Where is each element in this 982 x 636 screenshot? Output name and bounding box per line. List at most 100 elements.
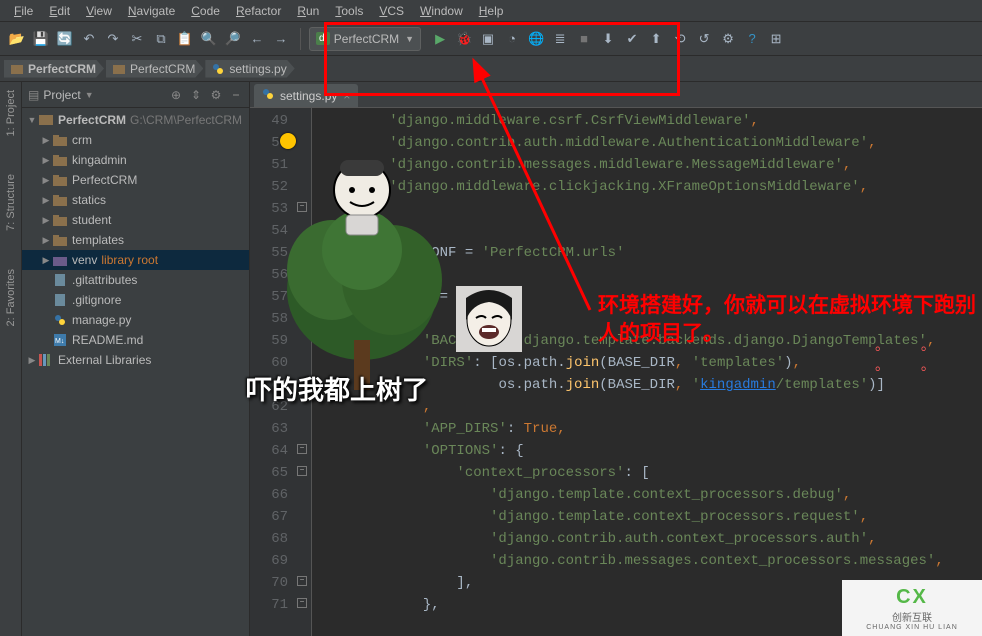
close-icon[interactable]: × [343, 89, 350, 103]
cut-icon[interactable]: ✂ [126, 28, 148, 50]
copy-icon[interactable]: ⧉ [150, 28, 172, 50]
folder-icon [10, 62, 24, 76]
hide-icon[interactable]: ⎯ [229, 88, 243, 102]
menu-navigate[interactable]: Navigate [120, 2, 183, 20]
tree-item[interactable]: ▶kingadmin [22, 150, 249, 170]
editor-tab-settings[interactable]: settings.py × [254, 84, 358, 107]
help-icon[interactable]: ? [741, 28, 763, 50]
code-line[interactable]: 'OPTIONS': { [322, 440, 982, 462]
menu-tools[interactable]: Tools [327, 2, 371, 20]
refresh-icon[interactable]: 🔄 [54, 28, 76, 50]
project-tool-title[interactable]: Project [43, 88, 80, 102]
stop-icon[interactable]: ■ [573, 28, 595, 50]
debug-icon[interactable]: 🐞 [453, 28, 475, 50]
code-line[interactable]: 'APP_DIRS': True, [322, 418, 982, 440]
menu-refactor[interactable]: Refactor [228, 2, 289, 20]
chevron-right-icon[interactable]: ▶ [40, 175, 52, 186]
code-line[interactable]: 'django.contrib.auth.context_processors.… [322, 528, 982, 550]
editor-tabbar: settings.py × [250, 82, 982, 108]
fold-close-icon[interactable]: − [297, 576, 307, 586]
vcs-commit-icon[interactable]: ✔ [621, 28, 643, 50]
settings-icon[interactable]: ⚙ [717, 28, 739, 50]
menu-code[interactable]: Code [183, 2, 228, 20]
chevron-right-icon[interactable]: ▶ [26, 355, 38, 366]
target-icon[interactable]: ⊕ [169, 88, 183, 102]
menu-run[interactable]: Run [289, 2, 327, 20]
folder-icon [112, 62, 126, 76]
gear-icon[interactable]: ⚙ [209, 88, 223, 102]
menu-edit[interactable]: Edit [41, 2, 78, 20]
breadcrumb-item[interactable]: PerfectCRM [106, 60, 203, 78]
tree-item[interactable]: manage.py [22, 310, 249, 330]
forward-icon[interactable]: → [270, 28, 292, 50]
code-line[interactable]: 'django.contrib.messages.context_process… [322, 550, 982, 572]
vcs-history-icon[interactable]: ⟲ [669, 28, 691, 50]
folder-icon [52, 215, 68, 226]
undo-icon[interactable]: ↶ [78, 28, 100, 50]
tree-root-label: PerfectCRM [58, 113, 126, 127]
run-coverage-icon[interactable]: ▣ [477, 28, 499, 50]
chevron-right-icon[interactable]: ▶ [40, 155, 52, 166]
menu-help[interactable]: Help [471, 2, 512, 20]
breadcrumb-item[interactable]: PerfectCRM [4, 60, 104, 78]
vcs-update-icon[interactable]: ⬇ [597, 28, 619, 50]
chevron-right-icon[interactable]: ▶ [40, 135, 52, 146]
attach-icon[interactable]: ≣ [549, 28, 571, 50]
menu-view[interactable]: View [78, 2, 120, 20]
breadcrumb-item[interactable]: settings.py [205, 60, 294, 78]
venv-icon [52, 255, 68, 266]
tree-external-label: External Libraries [58, 353, 151, 367]
tree-root[interactable]: ▼ PerfectCRM G:\CRM\PerfectCRM [22, 110, 249, 130]
code-line[interactable]: 'context_processors': [ [322, 462, 982, 484]
run-icon[interactable]: ▶ [429, 28, 451, 50]
run-config-label: PerfectCRM [334, 32, 399, 46]
line-number: 69 [250, 550, 288, 572]
collapse-all-icon[interactable]: ⇕ [189, 88, 203, 102]
chevron-right-icon[interactable]: ▶ [40, 255, 52, 266]
tree-item[interactable]: M↓README.md [22, 330, 249, 350]
tree-item[interactable]: ▶statics [22, 190, 249, 210]
chevron-down-icon[interactable]: ▼ [26, 115, 38, 125]
tree-item[interactable]: ▶venvlibrary root [22, 250, 249, 270]
back-icon[interactable]: ← [246, 28, 268, 50]
vcs-push-icon[interactable]: ⬆ [645, 28, 667, 50]
redo-icon[interactable]: ↷ [102, 28, 124, 50]
tree-root-path: G:\CRM\PerfectCRM [130, 113, 242, 127]
replace-icon[interactable]: 🔎 [222, 28, 244, 50]
chevron-right-icon[interactable]: ▶ [40, 215, 52, 226]
open-icon[interactable]: 📂 [6, 28, 28, 50]
tree-item[interactable]: ▶PerfectCRM [22, 170, 249, 190]
tree-item[interactable]: .gitignore [22, 290, 249, 310]
run-console-icon[interactable]: 🌐 [525, 28, 547, 50]
code-line[interactable]: 'django.template.context_processors.debu… [322, 484, 982, 506]
revert-icon[interactable]: ↺ [693, 28, 715, 50]
code-line[interactable]: 'django.middleware.csrf.CsrfViewMiddlewa… [322, 110, 982, 132]
tree-item[interactable]: ▶templates [22, 230, 249, 250]
fold-open-icon[interactable]: − [297, 466, 307, 476]
project-tree[interactable]: ▼ PerfectCRM G:\CRM\PerfectCRM ▶crm▶king… [22, 108, 249, 636]
line-number: 70 [250, 572, 288, 594]
menu-file[interactable]: File [6, 2, 41, 20]
chevron-down-icon[interactable]: ▼ [85, 90, 94, 100]
tool-window-tab[interactable]: 1: Project [3, 86, 19, 140]
profile-icon[interactable]: ◔ [501, 28, 523, 50]
tree-item[interactable]: ▶crm [22, 130, 249, 150]
tool-window-tab[interactable]: 2: Favorites [3, 265, 19, 330]
tree-item[interactable]: ▶student [22, 210, 249, 230]
tool-window-tab[interactable]: 7: Structure [3, 170, 19, 235]
save-all-icon[interactable]: 💾 [30, 28, 52, 50]
chevron-right-icon[interactable]: ▶ [40, 235, 52, 246]
tree-item[interactable]: .gitattributes [22, 270, 249, 290]
tree-external-libraries[interactable]: ▶ External Libraries [22, 350, 249, 370]
fold-close-icon[interactable]: − [297, 598, 307, 608]
code-line[interactable]: 'django.template.context_processors.requ… [322, 506, 982, 528]
chevron-right-icon[interactable]: ▶ [40, 195, 52, 206]
paste-icon[interactable]: 📋 [174, 28, 196, 50]
find-icon[interactable]: 🔍 [198, 28, 220, 50]
chevron-down-icon: ▼ [405, 34, 414, 44]
fold-open-icon[interactable]: − [297, 444, 307, 454]
menu-window[interactable]: Window [412, 2, 471, 20]
structure-icon[interactable]: ⊞ [765, 28, 787, 50]
menu-vcs[interactable]: VCS [371, 2, 412, 20]
run-config-selector[interactable]: dj PerfectCRM ▼ [309, 27, 421, 51]
